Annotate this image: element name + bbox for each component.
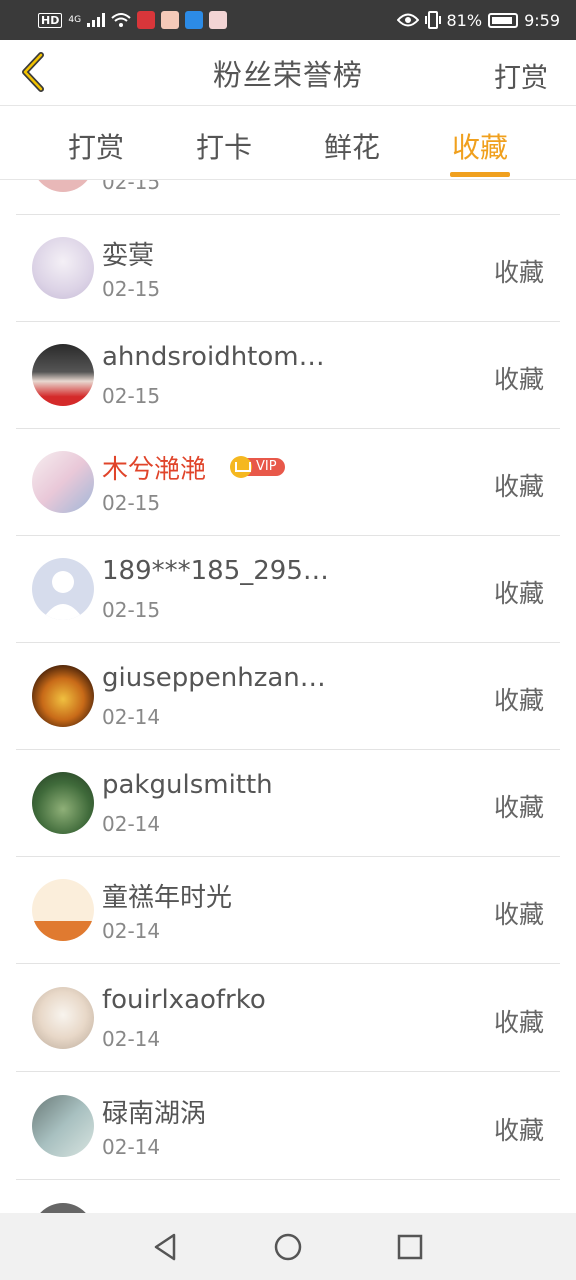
item-action-label: 收藏 — [493, 579, 544, 608]
tab-flowers[interactable]: 鲜花 — [312, 126, 392, 166]
item-date: 02-15 — [102, 384, 161, 408]
divider — [16, 1179, 560, 1180]
avatar — [32, 987, 94, 1049]
app-notification-icon — [185, 11, 204, 29]
item-name: ahndsroidhtom… — [102, 342, 325, 372]
item-action-label: 收藏 — [493, 1116, 544, 1145]
avatar — [32, 1095, 94, 1157]
avatar — [32, 237, 94, 299]
avatar — [32, 1203, 94, 1213]
list-item[interactable] — [0, 1181, 576, 1213]
item-date: 02-14 — [102, 812, 161, 836]
tab-bar: 打赏 打卡 鲜花 收藏 — [0, 106, 576, 180]
recents-square-icon[interactable] — [394, 1231, 426, 1263]
list-item[interactable]: 木兮滟滟 VIP 02-15 收藏 — [0, 429, 576, 536]
list-item[interactable]: 童禚年时光 02-14 收藏 — [0, 857, 576, 964]
item-date: 02-15 — [102, 598, 161, 622]
tab-favorites[interactable]: 收藏 — [440, 126, 520, 166]
eye-icon — [396, 13, 419, 27]
item-action-label: 收藏 — [493, 472, 544, 501]
vip-badge: VIP — [230, 456, 285, 478]
item-action-label: 收藏 — [493, 686, 544, 715]
avatar — [32, 451, 94, 513]
item-name: 木兮滟滟 — [102, 455, 207, 485]
network-type: 4G — [68, 14, 82, 25]
divider — [16, 963, 560, 964]
wifi-icon — [111, 13, 131, 27]
item-date: 02-15 — [102, 277, 161, 301]
person-placeholder-icon — [42, 571, 84, 620]
battery-percent: 81% — [446, 10, 483, 30]
reward-button[interactable]: 打赏 — [494, 56, 548, 95]
divider — [16, 1071, 560, 1072]
hd-icon: HD — [38, 12, 63, 28]
avatar — [32, 879, 94, 941]
list-item[interactable]: 189***185_295… 02-15 收藏 — [0, 536, 576, 643]
list-item[interactable]: ahndsroidhtom… 02-15 收藏 — [0, 322, 576, 429]
list-item[interactable]: 娈蓂 02-15 收藏 — [0, 215, 576, 322]
list-item[interactable]: giuseppenhzan… 02-14 收藏 — [0, 643, 576, 750]
back-triangle-icon[interactable] — [150, 1231, 182, 1263]
app-header: 粉丝荣誉榜 打赏 — [0, 40, 576, 106]
app-notification-icon — [137, 11, 156, 29]
item-action-label: 收藏 — [493, 258, 544, 287]
item-action-label: 收藏 — [493, 793, 544, 822]
status-left: HD 4G — [38, 11, 228, 29]
item-name: 娈蓂 — [102, 241, 155, 271]
item-date: 02-15 — [102, 180, 161, 194]
status-bar: HD 4G 81% 9:59 — [0, 0, 576, 40]
app-notification-icon — [209, 11, 228, 29]
item-date: 02-14 — [102, 919, 161, 943]
home-circle-icon[interactable] — [272, 1231, 304, 1263]
item-name: giuseppenhzan… — [102, 663, 326, 693]
default-avatar — [32, 558, 94, 620]
signal-icon — [87, 13, 106, 27]
tab-checkin[interactable]: 打卡 — [184, 126, 264, 166]
active-tab-indicator — [450, 172, 510, 177]
chevron-left-icon — [22, 52, 44, 92]
item-action-label: 收藏 — [493, 365, 544, 394]
clock: 9:59 — [524, 10, 560, 30]
item-date: 02-14 — [102, 1027, 161, 1051]
avatar — [32, 180, 94, 192]
item-action-label: 收藏 — [493, 1008, 544, 1037]
list-item[interactable]: 碌南湖涡 02-14 收藏 — [0, 1073, 576, 1180]
list-item[interactable]: fouirlxaofrko 02-14 收藏 — [0, 965, 576, 1072]
item-action-label: 收藏 — [493, 900, 544, 929]
item-name: 碌南湖涡 — [102, 1099, 207, 1129]
avatar — [32, 344, 94, 406]
item-date: 02-15 — [102, 491, 161, 515]
fan-list[interactable]: 02-15 娈蓂 02-15 收藏 ahndsroidhtom… 02-15 收… — [0, 180, 576, 1213]
battery-icon — [488, 12, 519, 28]
vibrate-icon — [424, 11, 441, 29]
tab-reward[interactable]: 打赏 — [56, 126, 136, 166]
crown-icon — [230, 456, 252, 478]
app-notification-icon — [161, 11, 180, 29]
list-item[interactable]: 02-15 — [0, 180, 576, 215]
system-nav-bar — [0, 1213, 576, 1280]
item-date: 02-14 — [102, 1135, 161, 1159]
item-date: 02-14 — [102, 705, 161, 729]
status-right: 81% 9:59 — [396, 10, 560, 30]
avatar — [32, 665, 94, 727]
avatar — [32, 772, 94, 834]
page-title: 粉丝荣誉榜 — [212, 57, 363, 92]
item-name: 189***185_295… — [102, 556, 329, 586]
list-item[interactable]: pakgulsmitth 02-14 收藏 — [0, 750, 576, 857]
item-name: 童禚年时光 — [102, 883, 233, 913]
item-name: pakgulsmitth — [102, 770, 273, 800]
item-name: fouirlxaofrko — [102, 985, 266, 1015]
back-button[interactable] — [12, 52, 52, 92]
